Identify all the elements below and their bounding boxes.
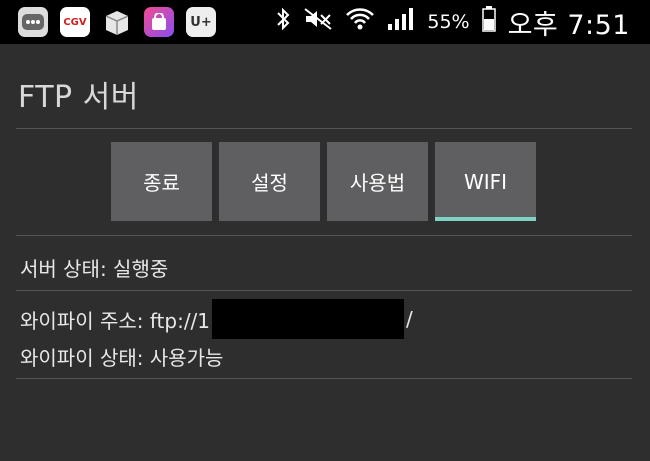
u-plus-icon[interactable]: U+ [186, 7, 216, 37]
wifi-status: 와이파이 상태: 사용가능 [20, 346, 224, 370]
cgv-icon[interactable]: CGV [60, 7, 90, 37]
wifi-icon [345, 6, 375, 38]
page-title: FTP 서버 [18, 80, 139, 115]
server-status: 서버 상태: 실행중 [20, 257, 169, 281]
usage-button[interactable]: 사용법 [327, 142, 428, 221]
mute-icon [303, 7, 333, 37]
settings-button[interactable]: 설정 [219, 142, 320, 221]
divider [16, 128, 632, 129]
store-icon[interactable] [144, 7, 174, 37]
clock: 오후 7:51 [507, 9, 630, 41]
divider [16, 378, 632, 379]
tab-wifi[interactable]: WIFI [435, 142, 536, 221]
wifi-address-suffix: / [406, 307, 413, 331]
message-icon[interactable] [18, 7, 48, 37]
signal-icon [387, 7, 415, 37]
stop-button[interactable]: 종료 [111, 142, 212, 221]
wifi-address-label: 와이파이 주소: ftp://1 [20, 308, 211, 333]
action-bar: FTP 서버 [0, 44, 650, 130]
bluetooth-icon [275, 7, 291, 37]
redacted-block [212, 299, 405, 339]
tab-bar: 종료 설정 사용법 WIFI [111, 142, 536, 221]
divider [16, 235, 632, 236]
box-icon[interactable] [102, 7, 132, 37]
wifi-address-row: 와이파이 주소: ftp://1 / [20, 299, 413, 339]
divider [16, 290, 632, 291]
battery-icon [481, 6, 496, 38]
battery-percent: 55% [427, 11, 470, 33]
status-bar: CGV U+ 55% 오후 7:51 [0, 0, 650, 44]
